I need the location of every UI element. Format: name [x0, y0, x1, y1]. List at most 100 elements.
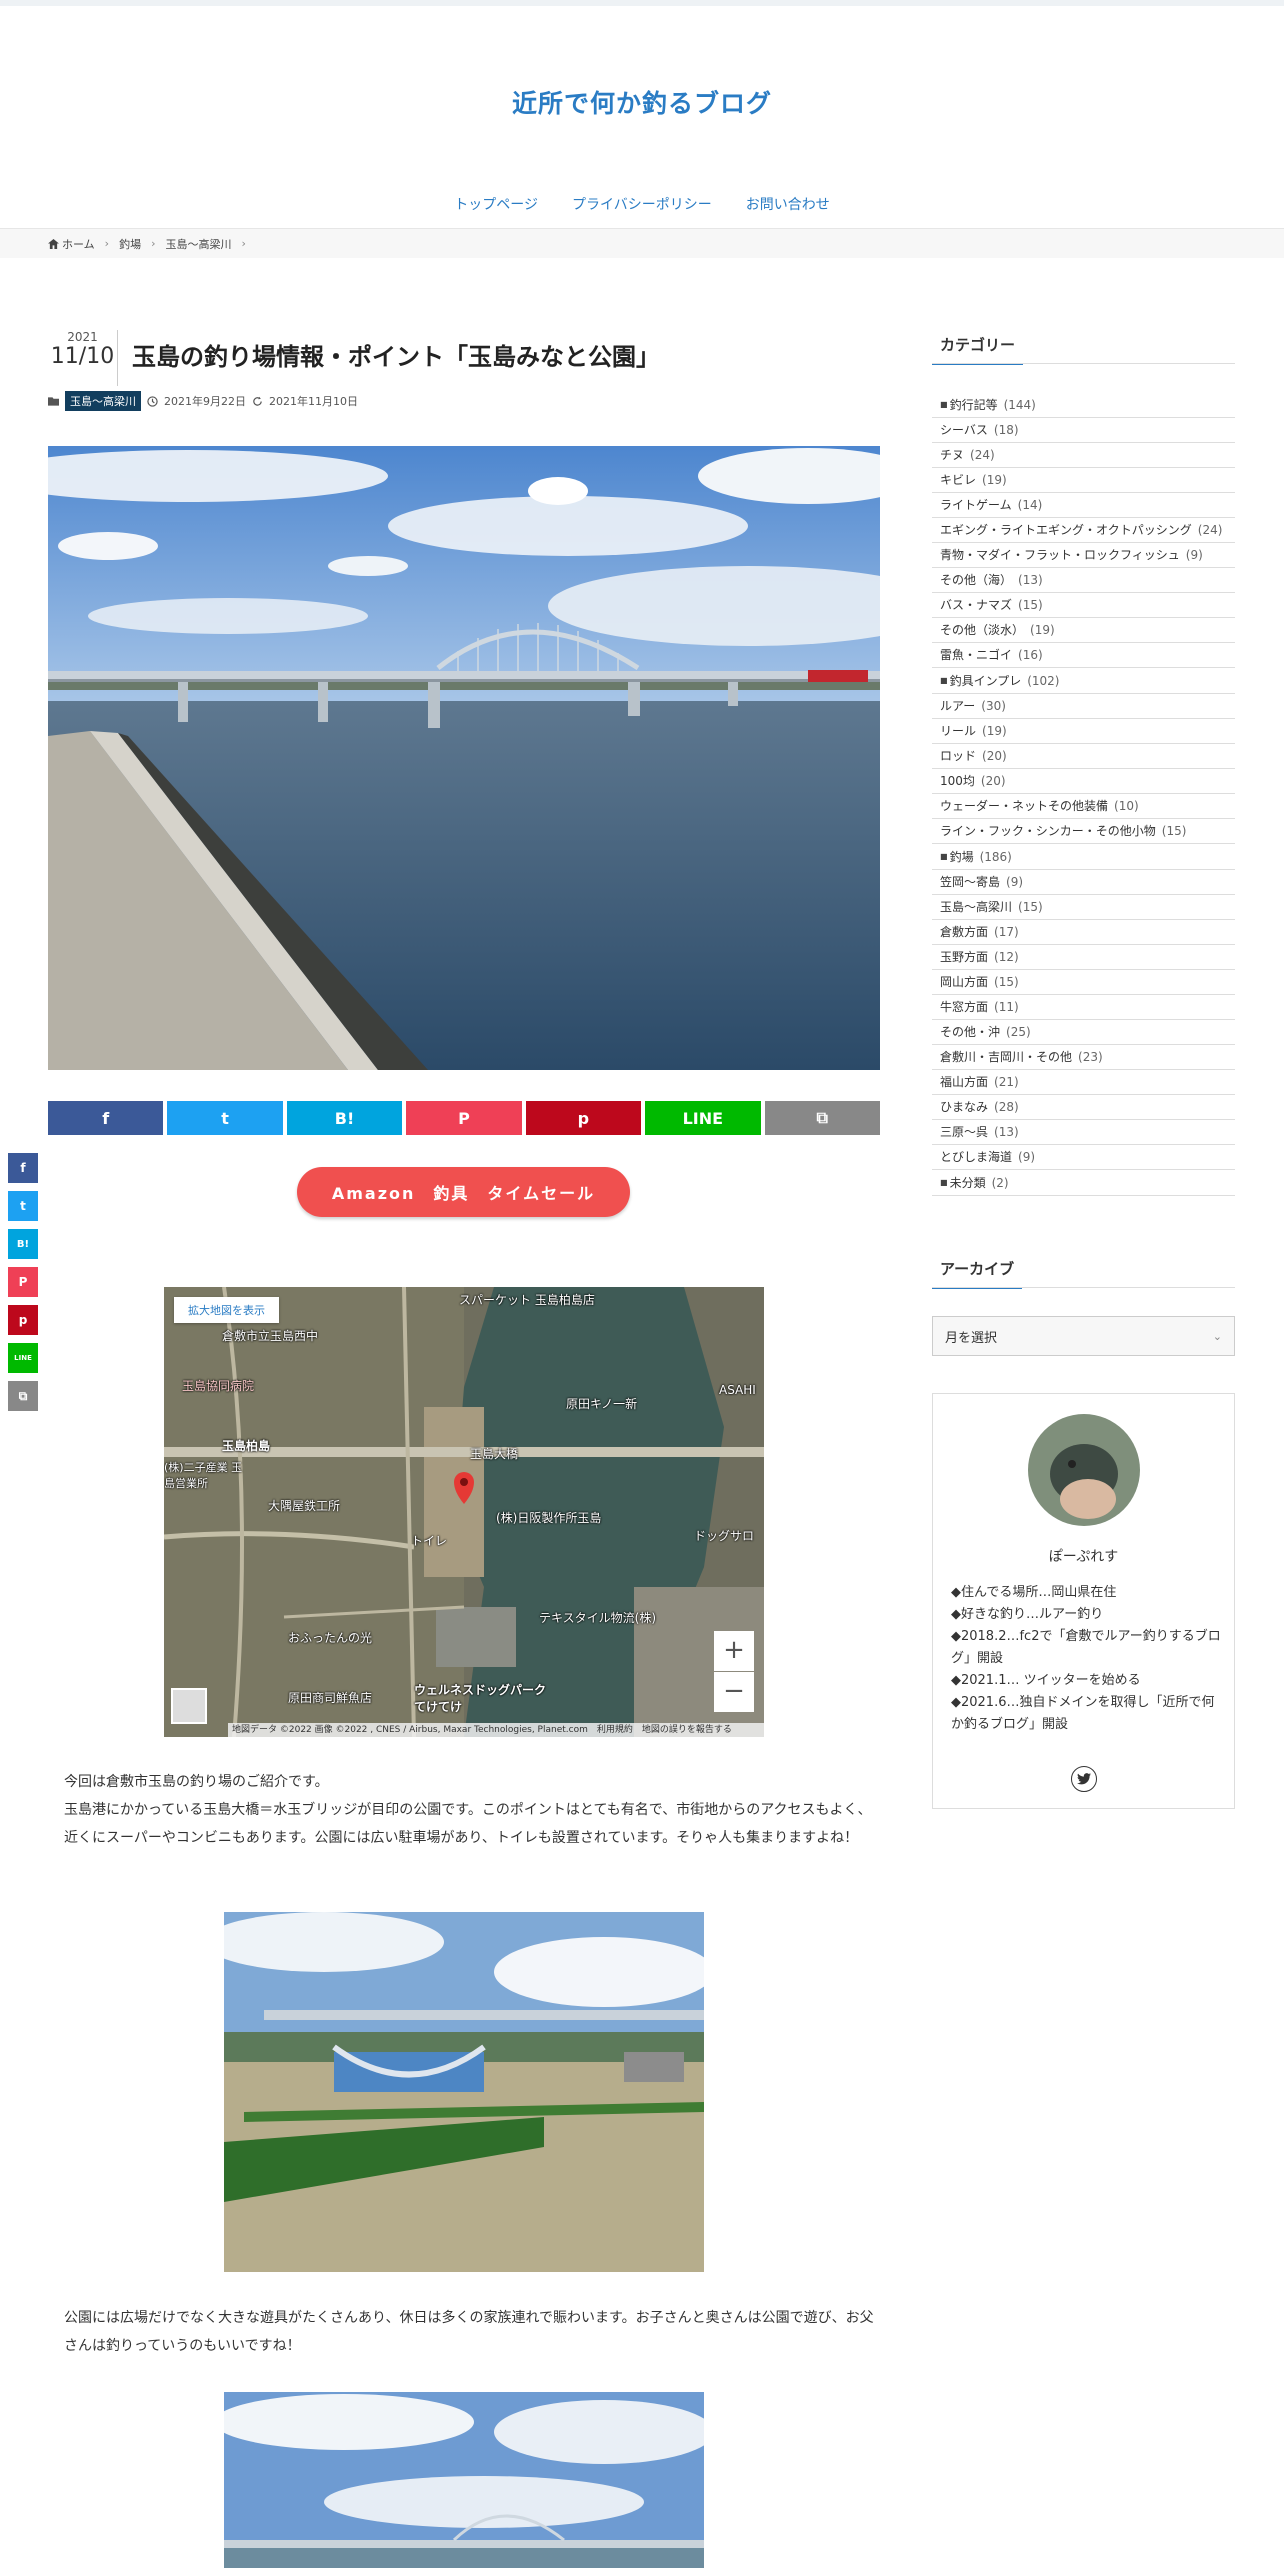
category-item[interactable]: その他（淡水） (19)	[932, 618, 1235, 643]
float-share-twitter-button[interactable]: t	[8, 1191, 38, 1221]
category-count: (13)	[1018, 573, 1043, 587]
archive-select-value: 月を選択	[945, 1330, 998, 1346]
share-line-button[interactable]: LINE	[645, 1101, 761, 1135]
map-label: (株)日阪製作所玉島	[496, 1511, 602, 1525]
category-item[interactable]: エギング・ライトエギング・オクトパッシング (24)	[932, 518, 1235, 543]
float-share-hatena-button[interactable]: B!	[8, 1229, 38, 1259]
category-label: チヌ	[940, 448, 965, 462]
category-item[interactable]: 雷魚・ニゴイ (16)	[932, 643, 1235, 668]
breadcrumb-item-fishing-spots[interactable]: 釣場	[119, 236, 141, 252]
category-label: 釣具インプレ	[949, 674, 1022, 688]
category-item[interactable]: ウェーダー・ネットその他装備 (10)	[932, 794, 1235, 819]
category-count: (15)	[1161, 824, 1187, 838]
map-label: 原田キノ一新	[566, 1397, 638, 1411]
content-paragraph-1: 今回は倉敷市玉島の釣り場のご紹介です。 玉島港にかかっている玉島大橋＝水玉ブリッ…	[64, 1774, 872, 1846]
category-item[interactable]: ライトゲーム (14)	[932, 493, 1235, 518]
nav-item-contact[interactable]: お問い合わせ	[746, 194, 830, 214]
category-item[interactable]: その他（海） (13)	[932, 568, 1235, 593]
chevron-down-icon: ⌄	[1212, 1329, 1222, 1343]
map-enlarge-link[interactable]: 拡大地図を表示	[174, 1297, 279, 1323]
category-label: 釣行記等	[949, 398, 998, 412]
share-hatena-button[interactable]: B!	[286, 1101, 403, 1135]
category-item[interactable]: その他・沖 (25)	[932, 1020, 1235, 1045]
category-item[interactable]: 牛窓方面 (11)	[932, 995, 1235, 1020]
category-label: 倉敷川・吉岡川・その他	[940, 1050, 1073, 1064]
float-share-facebook-button[interactable]: f	[8, 1153, 38, 1183]
post-date: 2021 11/10	[48, 330, 118, 386]
category-item[interactable]: 釣具インプレ (102)	[932, 668, 1235, 694]
avatar	[1028, 1414, 1140, 1526]
category-item[interactable]: ルアー (30)	[932, 694, 1235, 719]
map-label: 原田商司鮮魚店	[288, 1691, 373, 1705]
float-share-pocket-button[interactable]: P	[8, 1267, 38, 1297]
category-item[interactable]: 三原～呉 (13)	[932, 1120, 1235, 1145]
float-share-line-button[interactable]: LINE	[8, 1343, 38, 1373]
nav-item-top[interactable]: トップページ	[454, 194, 538, 214]
twitter-profile-link[interactable]	[1071, 1766, 1097, 1792]
breadcrumb-item-area[interactable]: 玉島～高梁川	[165, 236, 231, 252]
category-item[interactable]: ひまなみ (28)	[932, 1095, 1235, 1120]
share-facebook-button[interactable]: f	[48, 1101, 164, 1135]
category-list: 釣行記等 (144) シーバス (18) チヌ (24) キビレ (19) ライトゲーム (14)…	[932, 392, 1235, 1196]
category-item[interactable]: 釣行記等 (144)	[932, 392, 1235, 418]
category-item[interactable]: リール (19)	[932, 719, 1235, 744]
site-title[interactable]: 近所で何か釣るブログ	[0, 84, 1284, 120]
category-item[interactable]: バス・ナマズ (15)	[932, 593, 1235, 618]
category-item[interactable]: 100均 (20)	[932, 769, 1235, 794]
google-map[interactable]: 拡大地図を表示 スパーケット 玉島柏島店 倉敷市立玉島西中 玉島協同病院 玉島柏…	[164, 1287, 764, 1737]
category-count: (19)	[982, 724, 1007, 738]
map-label: トイレ	[411, 1534, 448, 1548]
category-item[interactable]: 釣場 (186)	[932, 844, 1235, 870]
category-item[interactable]: 玉野方面 (12)	[932, 945, 1235, 970]
category-item[interactable]: 福山方面 (21)	[932, 1070, 1235, 1095]
category-item[interactable]: ロッド (20)	[932, 744, 1235, 769]
category-item[interactable]: 倉敷方面 (17)	[932, 920, 1235, 945]
category-item[interactable]: 倉敷川・吉岡川・その他 (23)	[932, 1045, 1235, 1070]
category-count: (15)	[994, 975, 1019, 989]
home-icon	[48, 238, 59, 249]
category-badge[interactable]: 玉島～高梁川	[65, 391, 141, 411]
float-share-copy-button[interactable]: ⧉	[8, 1381, 38, 1411]
category-item[interactable]: 未分類 (2)	[932, 1170, 1235, 1196]
clock-icon	[147, 395, 158, 407]
category-item[interactable]: チヌ (24)	[932, 443, 1235, 468]
category-item[interactable]: 青物・マダイ・フラット・ロックフィッシュ (9)	[932, 543, 1235, 568]
category-item[interactable]: 笠岡～寄島 (9)	[932, 870, 1235, 895]
category-item[interactable]: 岡山方面 (15)	[932, 970, 1235, 995]
map-attribution[interactable]: 地図データ ©2022 画像 ©2022 , CNES / Airbus, Ma…	[228, 1723, 764, 1737]
map-label: 倉敷市立玉島西中	[222, 1329, 319, 1343]
amazon-sale-button[interactable]: Amazon 釣具 タイムセール	[297, 1167, 630, 1217]
post-meta: 玉島～高梁川 2021年9月22日 2021年11月10日	[48, 391, 358, 411]
folder-icon	[48, 396, 59, 406]
category-item[interactable]: ライン・フック・シンカー・その他小物 (15)	[932, 819, 1235, 844]
category-item[interactable]: キビレ (19)	[932, 468, 1235, 493]
map-zoom-out-button[interactable]: −	[714, 1672, 754, 1712]
nav-item-privacy[interactable]: プライバシーポリシー	[572, 194, 712, 214]
map-label: ウェルネスドッグパーク てけてけ	[414, 1683, 547, 1714]
category-item[interactable]: とびしま海道 (9)	[932, 1145, 1235, 1170]
category-count: (17)	[994, 925, 1019, 939]
category-item[interactable]: シーバス (18)	[932, 418, 1235, 443]
category-count: (14)	[1017, 498, 1043, 512]
map-zoom-in-button[interactable]: +	[714, 1631, 754, 1671]
breadcrumb-home[interactable]: ホーム	[48, 236, 95, 252]
category-count: (13)	[994, 1125, 1019, 1139]
category-label: 未分類	[949, 1176, 986, 1190]
category-count: (24)	[1197, 523, 1223, 537]
archive-month-select[interactable]: 月を選択 ⌄	[932, 1316, 1235, 1356]
share-twitter-button[interactable]: t	[167, 1101, 283, 1135]
category-label: 牛窓方面	[940, 1000, 989, 1014]
share-pinterest-button[interactable]: p	[525, 1101, 642, 1135]
category-label: とびしま海道	[940, 1150, 1013, 1164]
chevron-right-icon: ›	[104, 237, 110, 250]
share-copy-button[interactable]: ⧉	[764, 1101, 880, 1135]
category-label: その他（淡水）	[940, 623, 1025, 637]
map-label: ドッグサロ	[694, 1529, 755, 1543]
category-label: リール	[940, 724, 977, 738]
share-pocket-button[interactable]: P	[406, 1101, 522, 1135]
category-count: (15)	[1018, 598, 1043, 612]
post-date-year: 2021	[67, 330, 98, 344]
category-item[interactable]: 玉島～高梁川 (15)	[932, 895, 1235, 920]
category-label: 青物・マダイ・フラット・ロックフィッシュ	[940, 548, 1180, 562]
float-share-pinterest-button[interactable]: p	[8, 1305, 38, 1335]
